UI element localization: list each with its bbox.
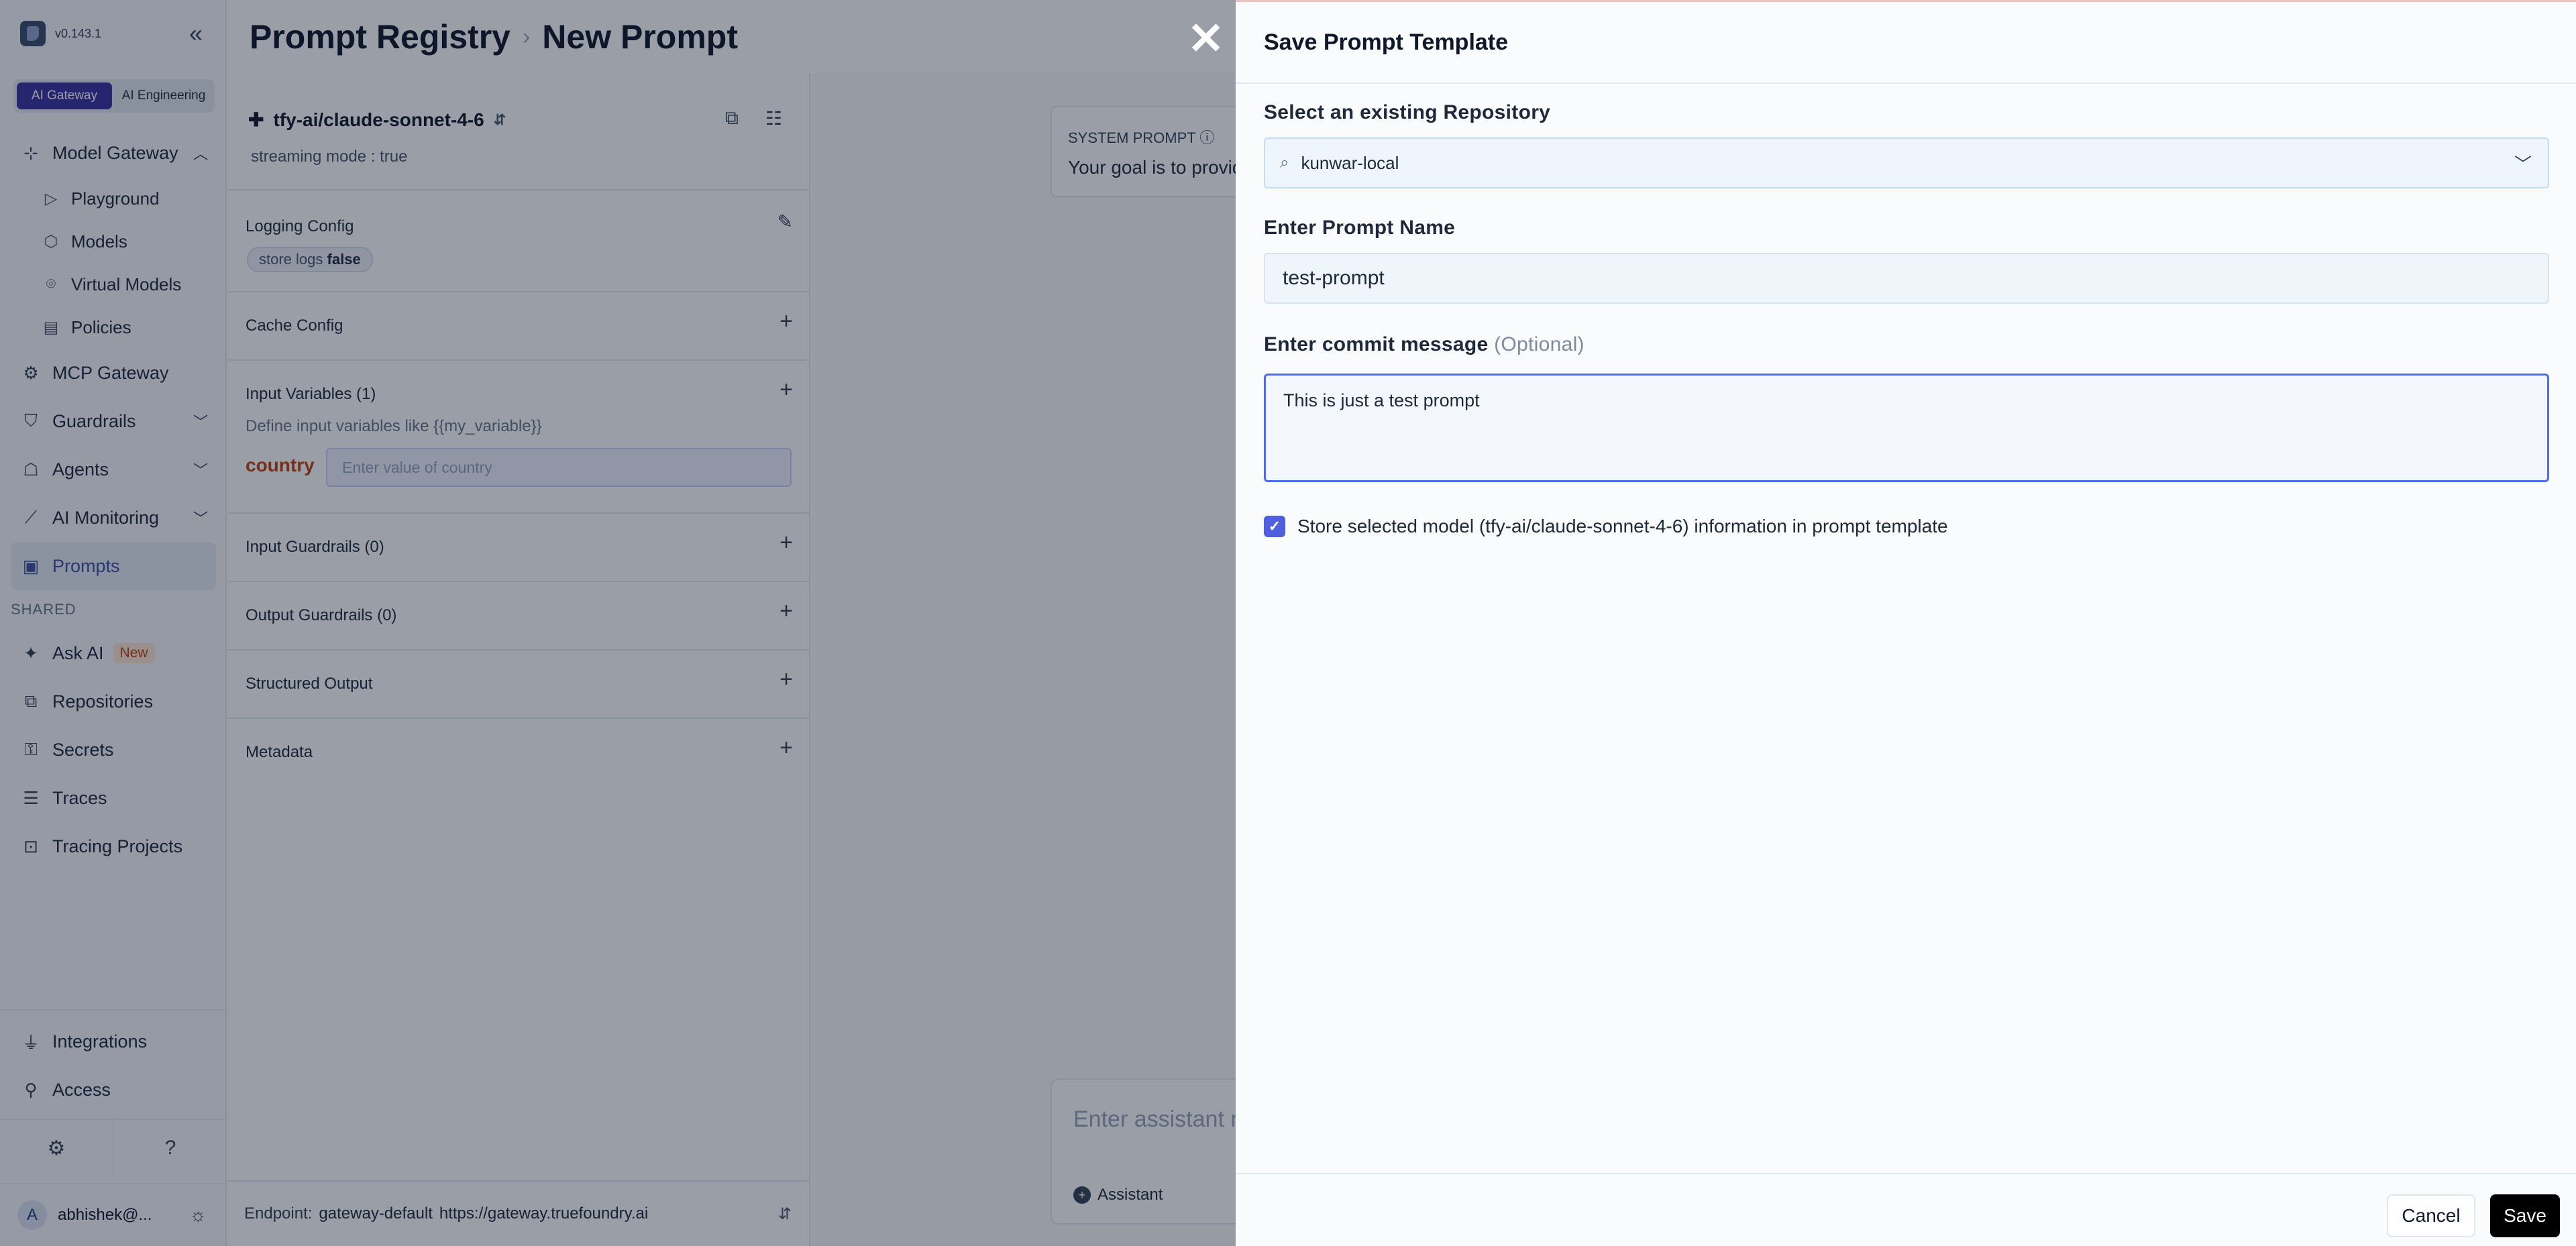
commit-message-label-text: Enter commit message <box>1264 333 1489 355</box>
drawer-footer: Cancel Save <box>1236 1173 2576 1246</box>
repository-value: kunwar-local <box>1301 152 1399 173</box>
store-model-label: Store selected model (tfy-ai/claude-sonn… <box>1297 516 1948 536</box>
modal-backdrop[interactable] <box>0 0 1236 1246</box>
drawer-title: Save Prompt Template <box>1236 2 2576 84</box>
repository-label: Select an existing Repository <box>1264 101 1551 123</box>
save-prompt-drawer: Save Prompt Template Select an existing … <box>1236 0 2576 1246</box>
commit-message-textarea[interactable]: This is just a test prompt <box>1264 374 2549 482</box>
prompt-name-label: Enter Prompt Name <box>1264 217 1456 239</box>
search-icon: ⌕ <box>1280 154 1289 172</box>
commit-message-label: Enter commit message (Optional) <box>1264 333 1585 356</box>
close-icon[interactable]: ✕ <box>1187 16 1224 60</box>
store-model-checkbox[interactable]: ✓ <box>1264 516 1285 537</box>
save-button[interactable]: Save <box>2490 1194 2560 1237</box>
optional-hint: (Optional) <box>1494 333 1585 355</box>
store-model-option[interactable]: ✓ Store selected model (tfy-ai/claude-so… <box>1264 516 1948 537</box>
cancel-button[interactable]: Cancel <box>2387 1194 2475 1237</box>
repository-select[interactable]: ⌕ kunwar-local ﹀ <box>1264 137 2549 188</box>
chevron-down-icon: ﹀ <box>2514 154 2532 174</box>
prompt-name-input[interactable]: test-prompt <box>1264 253 2549 304</box>
